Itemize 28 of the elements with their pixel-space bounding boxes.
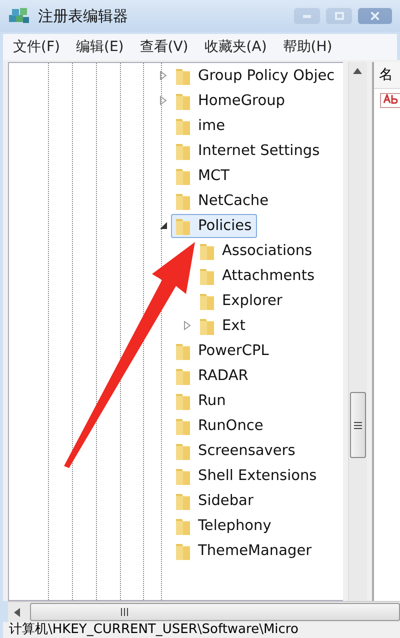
scroll-thumb[interactable] bbox=[350, 392, 366, 458]
minimize-button[interactable] bbox=[294, 8, 320, 24]
tree-item[interactable]: Policies bbox=[171, 214, 257, 238]
collapse-triangle-icon[interactable] bbox=[160, 222, 166, 229]
vertical-scrollbar[interactable] bbox=[348, 62, 367, 601]
menu-item[interactable]: 查看(V) bbox=[134, 38, 198, 56]
menu-item[interactable]: 编辑(E) bbox=[70, 38, 134, 56]
expand-triangle-icon[interactable] bbox=[184, 321, 190, 330]
expand-triangle-icon[interactable] bbox=[160, 71, 166, 80]
maximize-icon bbox=[334, 12, 344, 20]
menu-item[interactable]: 帮助(H) bbox=[276, 38, 342, 56]
scroll-thumb[interactable] bbox=[30, 603, 400, 621]
close-button[interactable] bbox=[358, 8, 392, 24]
scroll-up-arrow-icon bbox=[353, 68, 362, 74]
grip-icon bbox=[121, 608, 128, 616]
menu-item[interactable]: 收藏夹(A) bbox=[198, 38, 277, 56]
close-icon bbox=[371, 12, 379, 20]
column-header[interactable]: 名 bbox=[374, 62, 400, 89]
minimize-icon bbox=[303, 14, 311, 18]
window-title: 注册表编辑器 bbox=[38, 6, 128, 26]
status-bar: 计算机\HKEY_CURRENT_USER\Software\Micro bbox=[3, 622, 400, 638]
menu-item[interactable]: 文件(F) bbox=[7, 38, 70, 56]
expand-triangle-icon[interactable] bbox=[160, 96, 166, 105]
grip-icon bbox=[354, 422, 362, 428]
registry-cubes-icon bbox=[8, 6, 30, 26]
scroll-left-arrow-icon bbox=[14, 608, 20, 616]
maximize-button[interactable] bbox=[326, 8, 352, 24]
horizontal-scrollbar[interactable] bbox=[8, 601, 400, 622]
